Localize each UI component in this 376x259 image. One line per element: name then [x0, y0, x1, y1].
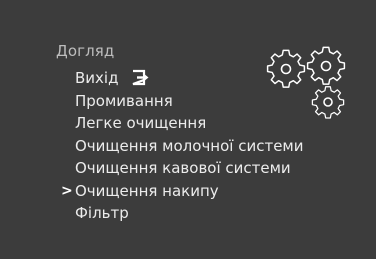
menu-item-label: Вихід: [75, 69, 119, 87]
menu-item-label: Очищення кавової системи: [75, 159, 291, 177]
menu-item-filter[interactable]: Фільтр: [75, 202, 304, 225]
menu-item-label: Очищення накипу: [75, 181, 219, 200]
menu-title: Догляд: [56, 42, 115, 60]
menu-item-label: Фільтр: [75, 204, 129, 222]
menu-item-label: Легке очищення: [75, 114, 207, 132]
exit-icon: [132, 69, 149, 86]
gears-icon: [266, 46, 346, 119]
menu-item-label: Промивання: [75, 91, 173, 110]
menu-item-label: Очищення молочної системи: [75, 136, 304, 155]
menu-item-coffee-system-clean[interactable]: Очищення кавової системи: [75, 157, 304, 180]
selection-cursor: >: [61, 182, 73, 199]
maintenance-screen: Догляд Вихід Промивання Легке очищення О…: [0, 0, 376, 259]
menu-item-descale[interactable]: > Очищення накипу: [61, 180, 304, 203]
menu-item-milk-system-clean[interactable]: Очищення молочної системи: [75, 135, 304, 158]
